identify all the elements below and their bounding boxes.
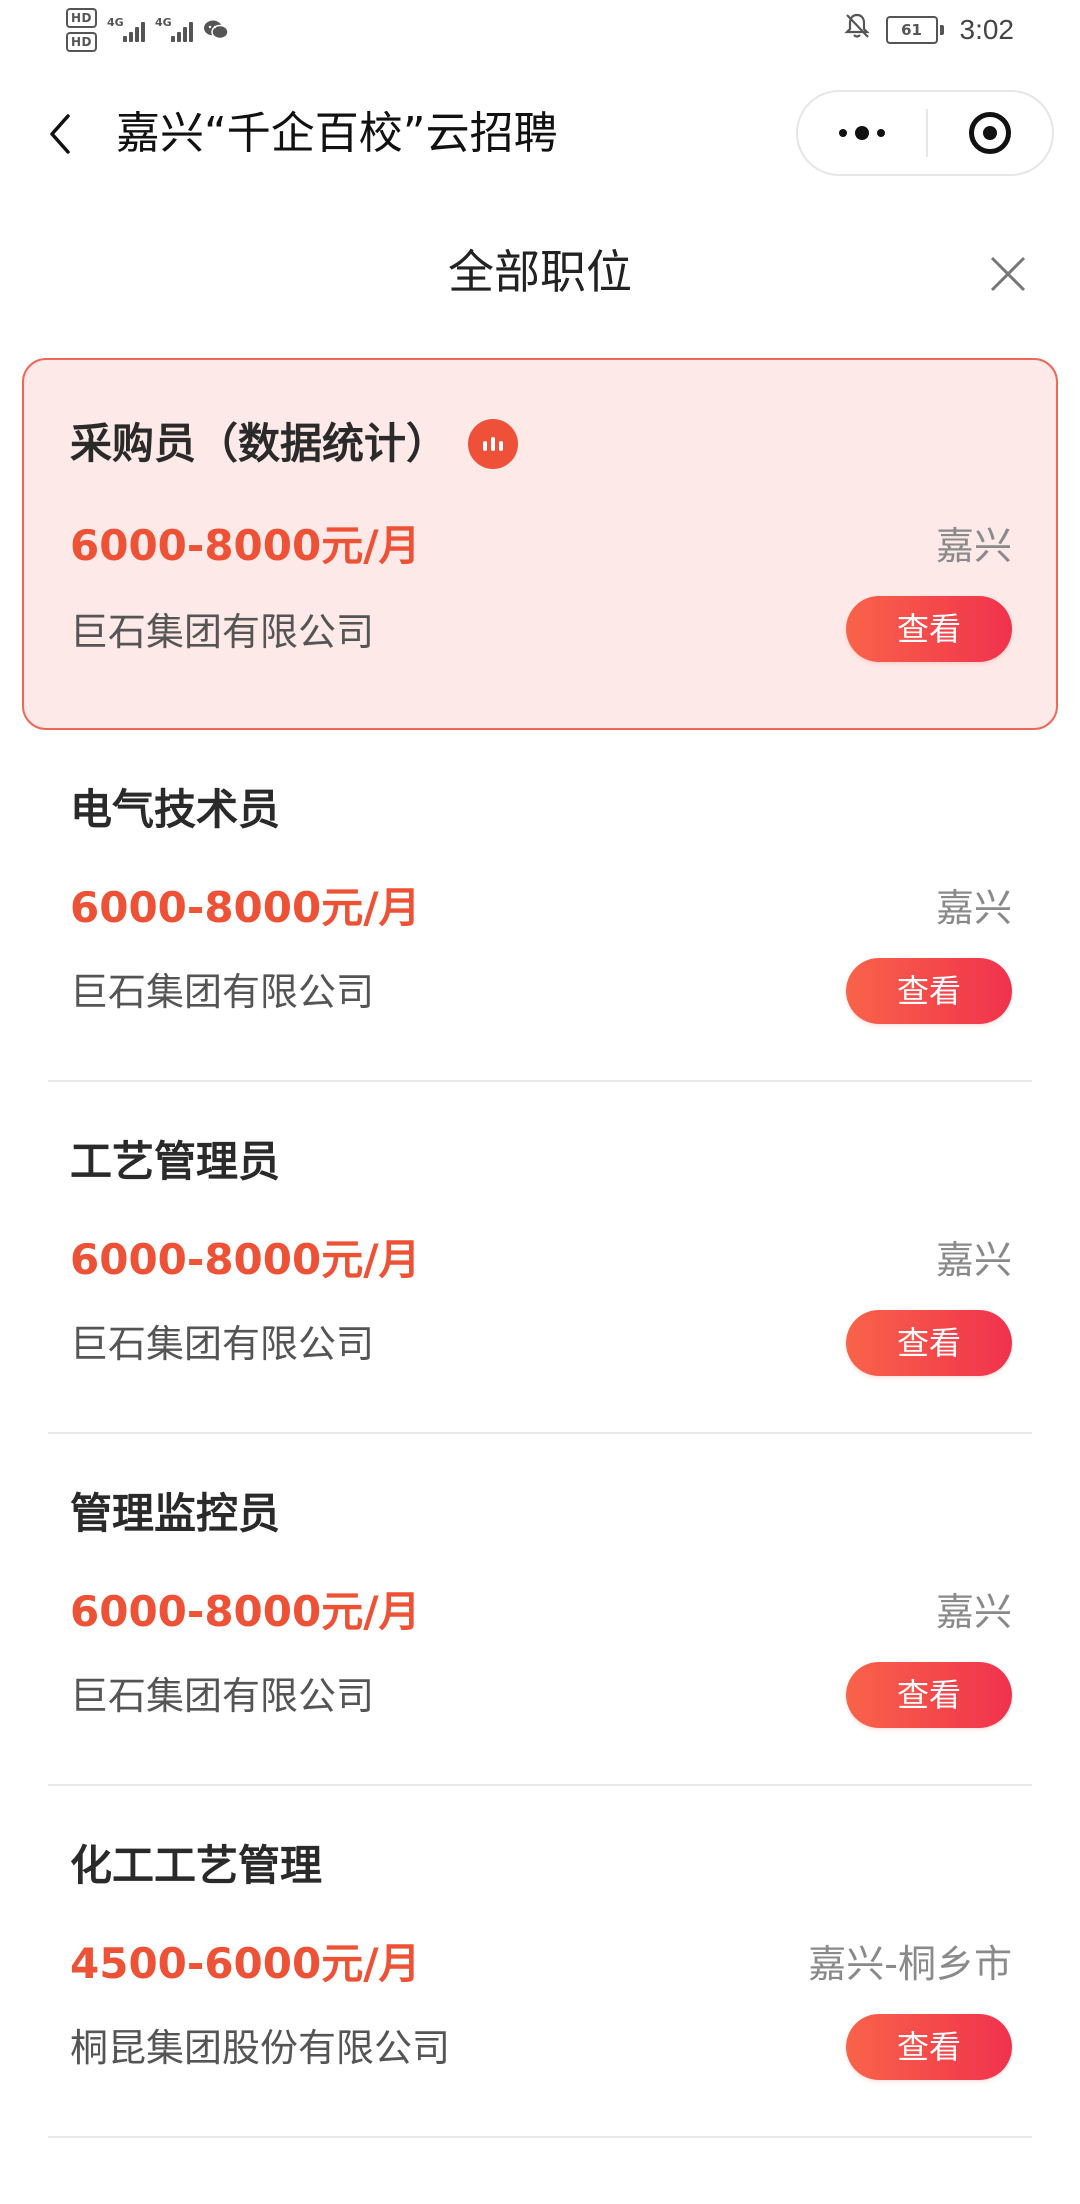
hd-icon: HD	[66, 8, 98, 28]
view-button[interactable]: 查看	[846, 2014, 1012, 2080]
job-location: 嘉兴	[935, 1590, 1012, 1634]
nav-bar: 嘉兴“千企百校”云招聘	[0, 84, 1080, 184]
job-company: 桐昆集团股份有限公司	[70, 2026, 451, 2070]
view-button[interactable]: 查看	[846, 958, 1012, 1024]
job-title: 化工工艺管理	[70, 1841, 323, 1890]
network-type-label: 4G	[107, 16, 124, 29]
divider	[48, 2136, 1032, 2138]
view-button[interactable]: 查看	[846, 1662, 1012, 1728]
more-button[interactable]	[798, 92, 926, 174]
job-title: 电气技术员	[70, 785, 281, 834]
status-left: HD HD 4G 4G	[66, 8, 229, 52]
sheet-title: 全部职位	[448, 245, 632, 299]
view-button[interactable]: 查看	[846, 596, 1012, 662]
more-dots-icon	[839, 129, 847, 137]
back-button[interactable]	[38, 106, 82, 162]
job-salary: 6000-8000元/月	[70, 521, 421, 570]
job-title: 采购员（数据统计）	[70, 419, 449, 468]
job-location: 嘉兴-桐乡市	[808, 1942, 1012, 1986]
sheet-header: 全部职位	[0, 230, 1080, 320]
job-salary: 6000-8000元/月	[70, 1235, 421, 1284]
job-company: 巨石集团有限公司	[70, 610, 375, 654]
job-card[interactable]: 管理监控员 6000-8000元/月 嘉兴 巨石集团有限公司 查看	[48, 1434, 1032, 1786]
hd-indicators: HD HD	[66, 8, 98, 52]
job-salary: 4500-6000元/月	[70, 1939, 421, 1988]
battery-icon: 61	[885, 15, 944, 44]
network-type-label: 4G	[155, 16, 172, 29]
status-bar: HD HD 4G 4G 61 3:02	[0, 0, 1080, 64]
miniprogram-capsule	[796, 90, 1054, 176]
close-sheet-button[interactable]	[986, 252, 1030, 296]
view-button[interactable]: 查看	[846, 1310, 1012, 1376]
signal-icon: 4G	[155, 16, 194, 42]
audio-playing-icon	[468, 419, 519, 469]
job-card[interactable]: 电气技术员 6000-8000元/月 嘉兴 巨石集团有限公司 查看	[48, 730, 1032, 1082]
close-icon	[990, 256, 1026, 292]
close-miniprogram-button[interactable]	[928, 92, 1052, 174]
job-location: 嘉兴	[935, 1238, 1012, 1282]
hd-icon: HD	[66, 32, 98, 52]
job-card[interactable]: 化工工艺管理 4500-6000元/月 嘉兴-桐乡市 桐昆集团股份有限公司 查看	[48, 1786, 1032, 2138]
job-list: 采购员（数据统计） 6000-8000元/月 嘉兴 巨石集团有限公司 查看 电气…	[0, 358, 1080, 2138]
job-location: 嘉兴	[935, 886, 1012, 930]
job-company: 巨石集团有限公司	[70, 1322, 375, 1366]
job-salary: 6000-8000元/月	[70, 1587, 421, 1636]
job-company: 巨石集团有限公司	[70, 1674, 375, 1718]
signal-icon: 4G	[107, 16, 146, 42]
job-card-selected[interactable]: 采购员（数据统计） 6000-8000元/月 嘉兴 巨石集团有限公司 查看	[22, 358, 1058, 730]
more-dots-icon-center	[855, 126, 869, 140]
job-company: 巨石集团有限公司	[70, 970, 375, 1014]
clock: 3:02	[959, 13, 1015, 45]
job-title: 工艺管理员	[70, 1137, 281, 1186]
status-right: 61 3:02	[843, 12, 1015, 47]
target-icon	[969, 112, 1011, 154]
chevron-left-icon	[50, 114, 70, 154]
page-title: 嘉兴“千企百校”云招聘	[116, 108, 558, 159]
job-salary: 6000-8000元/月	[70, 883, 421, 932]
job-card[interactable]: 工艺管理员 6000-8000元/月 嘉兴 巨石集团有限公司 查看	[48, 1082, 1032, 1434]
more-dots-icon-right	[877, 129, 885, 137]
job-title: 管理监控员	[70, 1489, 281, 1538]
mute-bell-icon	[843, 12, 870, 47]
job-location: 嘉兴	[935, 524, 1012, 568]
wechat-icon	[203, 19, 229, 41]
battery-level: 61	[885, 15, 938, 44]
